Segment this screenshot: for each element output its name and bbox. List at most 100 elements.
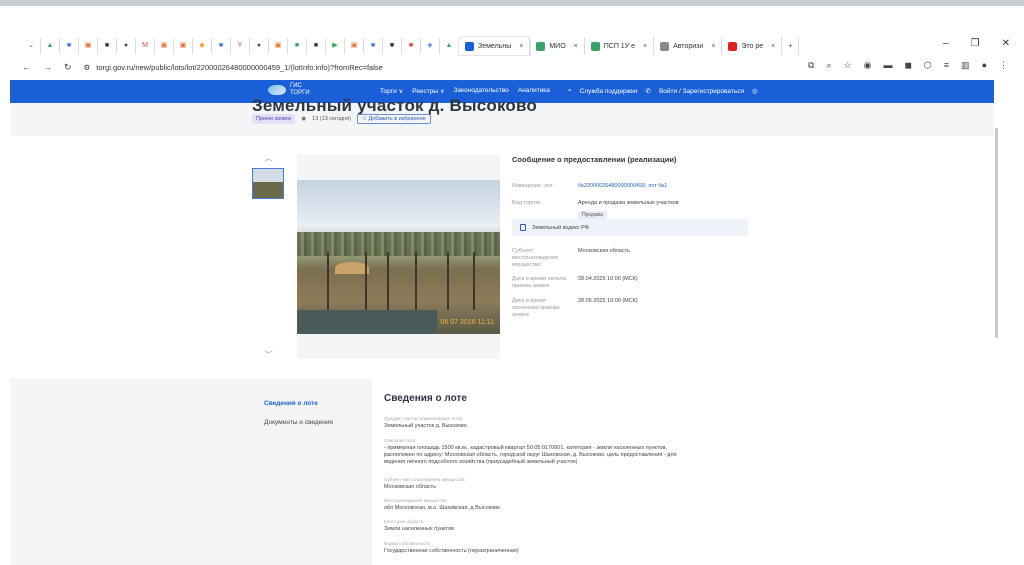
browser-tab[interactable]: Это ре ×: [722, 37, 783, 55]
nav-item-auctions[interactable]: Торги ∨: [380, 87, 403, 95]
browser-toolbar-icons: ⧉ ⌕ ☆ ◉ ▬ ◼ ⬡ ≡ ▥ ● ⋮: [808, 60, 1008, 71]
pinned-tab[interactable]: ▣: [269, 38, 288, 54]
sidebar-item-documents[interactable]: Документы и сведения: [264, 419, 333, 426]
forward-icon[interactable]: →: [43, 62, 52, 72]
field-label: Категория объекта: [384, 519, 424, 524]
nav-item-legislation[interactable]: Законодательство: [454, 87, 509, 95]
views-count: 13 (13 сегодня): [312, 116, 351, 122]
pinned-tab[interactable]: Y: [231, 38, 250, 54]
section-title: Сведения о лоте: [384, 393, 467, 404]
new-tab-icon[interactable]: +: [782, 37, 800, 55]
close-tab-icon[interactable]: ×: [643, 43, 647, 50]
restore-icon[interactable]: ❐: [971, 38, 980, 49]
sidebar-icon[interactable]: ▥: [961, 60, 970, 71]
field-description: Описание лота - примерная площадь 1500 к…: [384, 438, 684, 466]
pinned-tab[interactable]: ■: [212, 38, 231, 54]
search-icon[interactable]: ⌕: [568, 87, 572, 95]
back-icon[interactable]: ←: [22, 62, 31, 72]
sidebar-item-lot-info[interactable]: Сведения о лоте: [264, 400, 318, 407]
info-value: Московская область: [578, 248, 631, 254]
tab-label: Земельны: [478, 42, 512, 50]
page-content: Земельный участок д. Высоково Прием заяв…: [10, 96, 994, 565]
pinned-tab[interactable]: ▣: [155, 38, 174, 54]
lot-photo[interactable]: 06 07 2016 11:11: [297, 180, 500, 334]
close-tab-icon[interactable]: ×: [711, 43, 715, 50]
shield-icon: ◈: [427, 42, 433, 49]
browser-tab[interactable]: ПСП 1У е ×: [585, 37, 655, 55]
triangle-icon: ▲: [46, 42, 54, 49]
puzzle-icon[interactable]: ⬡: [924, 60, 932, 71]
pinned-tab[interactable]: ■: [60, 38, 79, 54]
chevron-down-icon[interactable]: ﹀: [264, 348, 273, 361]
field-value: Московская область: [384, 484, 437, 490]
play-icon: ▶: [332, 42, 338, 49]
accessibility-icon[interactable]: ◎: [752, 87, 758, 95]
minimize-icon[interactable]: –: [943, 38, 949, 49]
page-scrollbar[interactable]: [995, 128, 998, 338]
land-code-box[interactable]: Земельный кодекс РФ: [512, 219, 748, 236]
close-tab-icon[interactable]: ×: [574, 43, 578, 50]
bag-icon: ▣: [350, 42, 358, 49]
info-key: Вид торгов: [512, 200, 540, 206]
field-value: Государственная собственность (неразгран…: [384, 548, 519, 554]
pinned-tab[interactable]: M: [136, 38, 155, 54]
pinned-tab[interactable]: ■: [364, 38, 383, 54]
photo-date-stamp: 06 07 2016 11:11: [440, 319, 494, 326]
browser-tab[interactable]: МИО ×: [530, 37, 585, 55]
pinned-tab[interactable]: ▶: [326, 38, 345, 54]
main-nav: Торги ∨ Реестры ∨ Законодательство Анали…: [380, 87, 550, 95]
pinned-tab[interactable]: ■: [98, 38, 117, 54]
field-label: Субъект местонахождения имущества: [384, 477, 465, 482]
nav-item-registries[interactable]: Реестры ∨: [412, 87, 444, 95]
pinned-tab[interactable]: ■: [307, 38, 326, 54]
pinned-tab[interactable]: ▣: [345, 38, 364, 54]
status-badge: Прием заявок: [252, 114, 296, 124]
pinned-tab[interactable]: ◈: [421, 38, 440, 54]
close-window-icon[interactable]: ✕: [1002, 38, 1010, 49]
pin-icon: ◆: [199, 42, 205, 49]
bag-icon: ▣: [274, 42, 282, 49]
photo-thumbnail[interactable]: [252, 168, 284, 199]
pinned-tab[interactable]: ▲: [41, 38, 60, 54]
zoom-icon[interactable]: ⌕: [826, 60, 831, 71]
pinned-tab[interactable]: ●: [117, 38, 136, 54]
install-icon[interactable]: ⧉: [808, 60, 814, 71]
pinned-tab[interactable]: ⌄: [22, 38, 41, 54]
add-favorite-button[interactable]: ☆ Добавить в избранное: [356, 114, 431, 124]
pinned-tab[interactable]: ▲: [440, 38, 459, 54]
url-field[interactable]: ⚙ torgi.gov.ru/new/public/lots/lot/22000…: [84, 63, 383, 72]
pinned-tab[interactable]: ■: [383, 38, 402, 54]
profile-icon[interactable]: ●: [982, 60, 987, 71]
field-category: Категория объекта Земли населенных пункт…: [384, 519, 684, 533]
pinned-tab[interactable]: ◆: [193, 38, 212, 54]
square-icon: ■: [294, 42, 300, 49]
pinned-tab[interactable]: ●: [250, 38, 269, 54]
eye-icon: ◉: [301, 116, 307, 122]
browser-tab[interactable]: Земельны ×: [459, 37, 531, 55]
square-icon: ■: [313, 42, 319, 49]
close-tab-icon[interactable]: ×: [771, 43, 775, 50]
menu-icon[interactable]: ⋮: [999, 60, 1008, 71]
extension-icon[interactable]: ▬: [883, 60, 892, 71]
support-link[interactable]: Служба поддержки: [580, 88, 638, 95]
close-tab-icon[interactable]: ×: [519, 43, 523, 50]
star-icon[interactable]: ☆: [844, 60, 852, 71]
extension-icon[interactable]: ◉: [864, 60, 872, 71]
extension-icon[interactable]: ◼: [904, 60, 911, 71]
pinned-tab[interactable]: ■: [402, 38, 421, 54]
site-logo[interactable]: ГИС ТОРГИ: [268, 83, 310, 97]
reading-list-icon[interactable]: ≡: [944, 60, 949, 71]
site-info-icon[interactable]: ⚙: [84, 63, 91, 72]
nav-item-analytics[interactable]: Аналитика: [518, 87, 550, 95]
phone-icon[interactable]: ✆: [646, 87, 651, 95]
browser-tab[interactable]: Авторизи ×: [654, 37, 723, 55]
pinned-tab[interactable]: ▣: [174, 38, 193, 54]
notice-number-link[interactable]: №22000026480000000459, лот №1: [578, 183, 667, 190]
login-link[interactable]: Войти / Зарегистрироваться: [659, 88, 744, 95]
pinned-tab[interactable]: ■: [288, 38, 307, 54]
field-value: Земли населенных пунктов: [384, 526, 454, 532]
reload-icon[interactable]: ↻: [64, 62, 72, 73]
pinned-tab[interactable]: ▣: [79, 38, 98, 54]
photo-viewer: 06 07 2016 11:11: [297, 155, 500, 359]
chevron-up-icon[interactable]: ︿: [264, 151, 273, 164]
